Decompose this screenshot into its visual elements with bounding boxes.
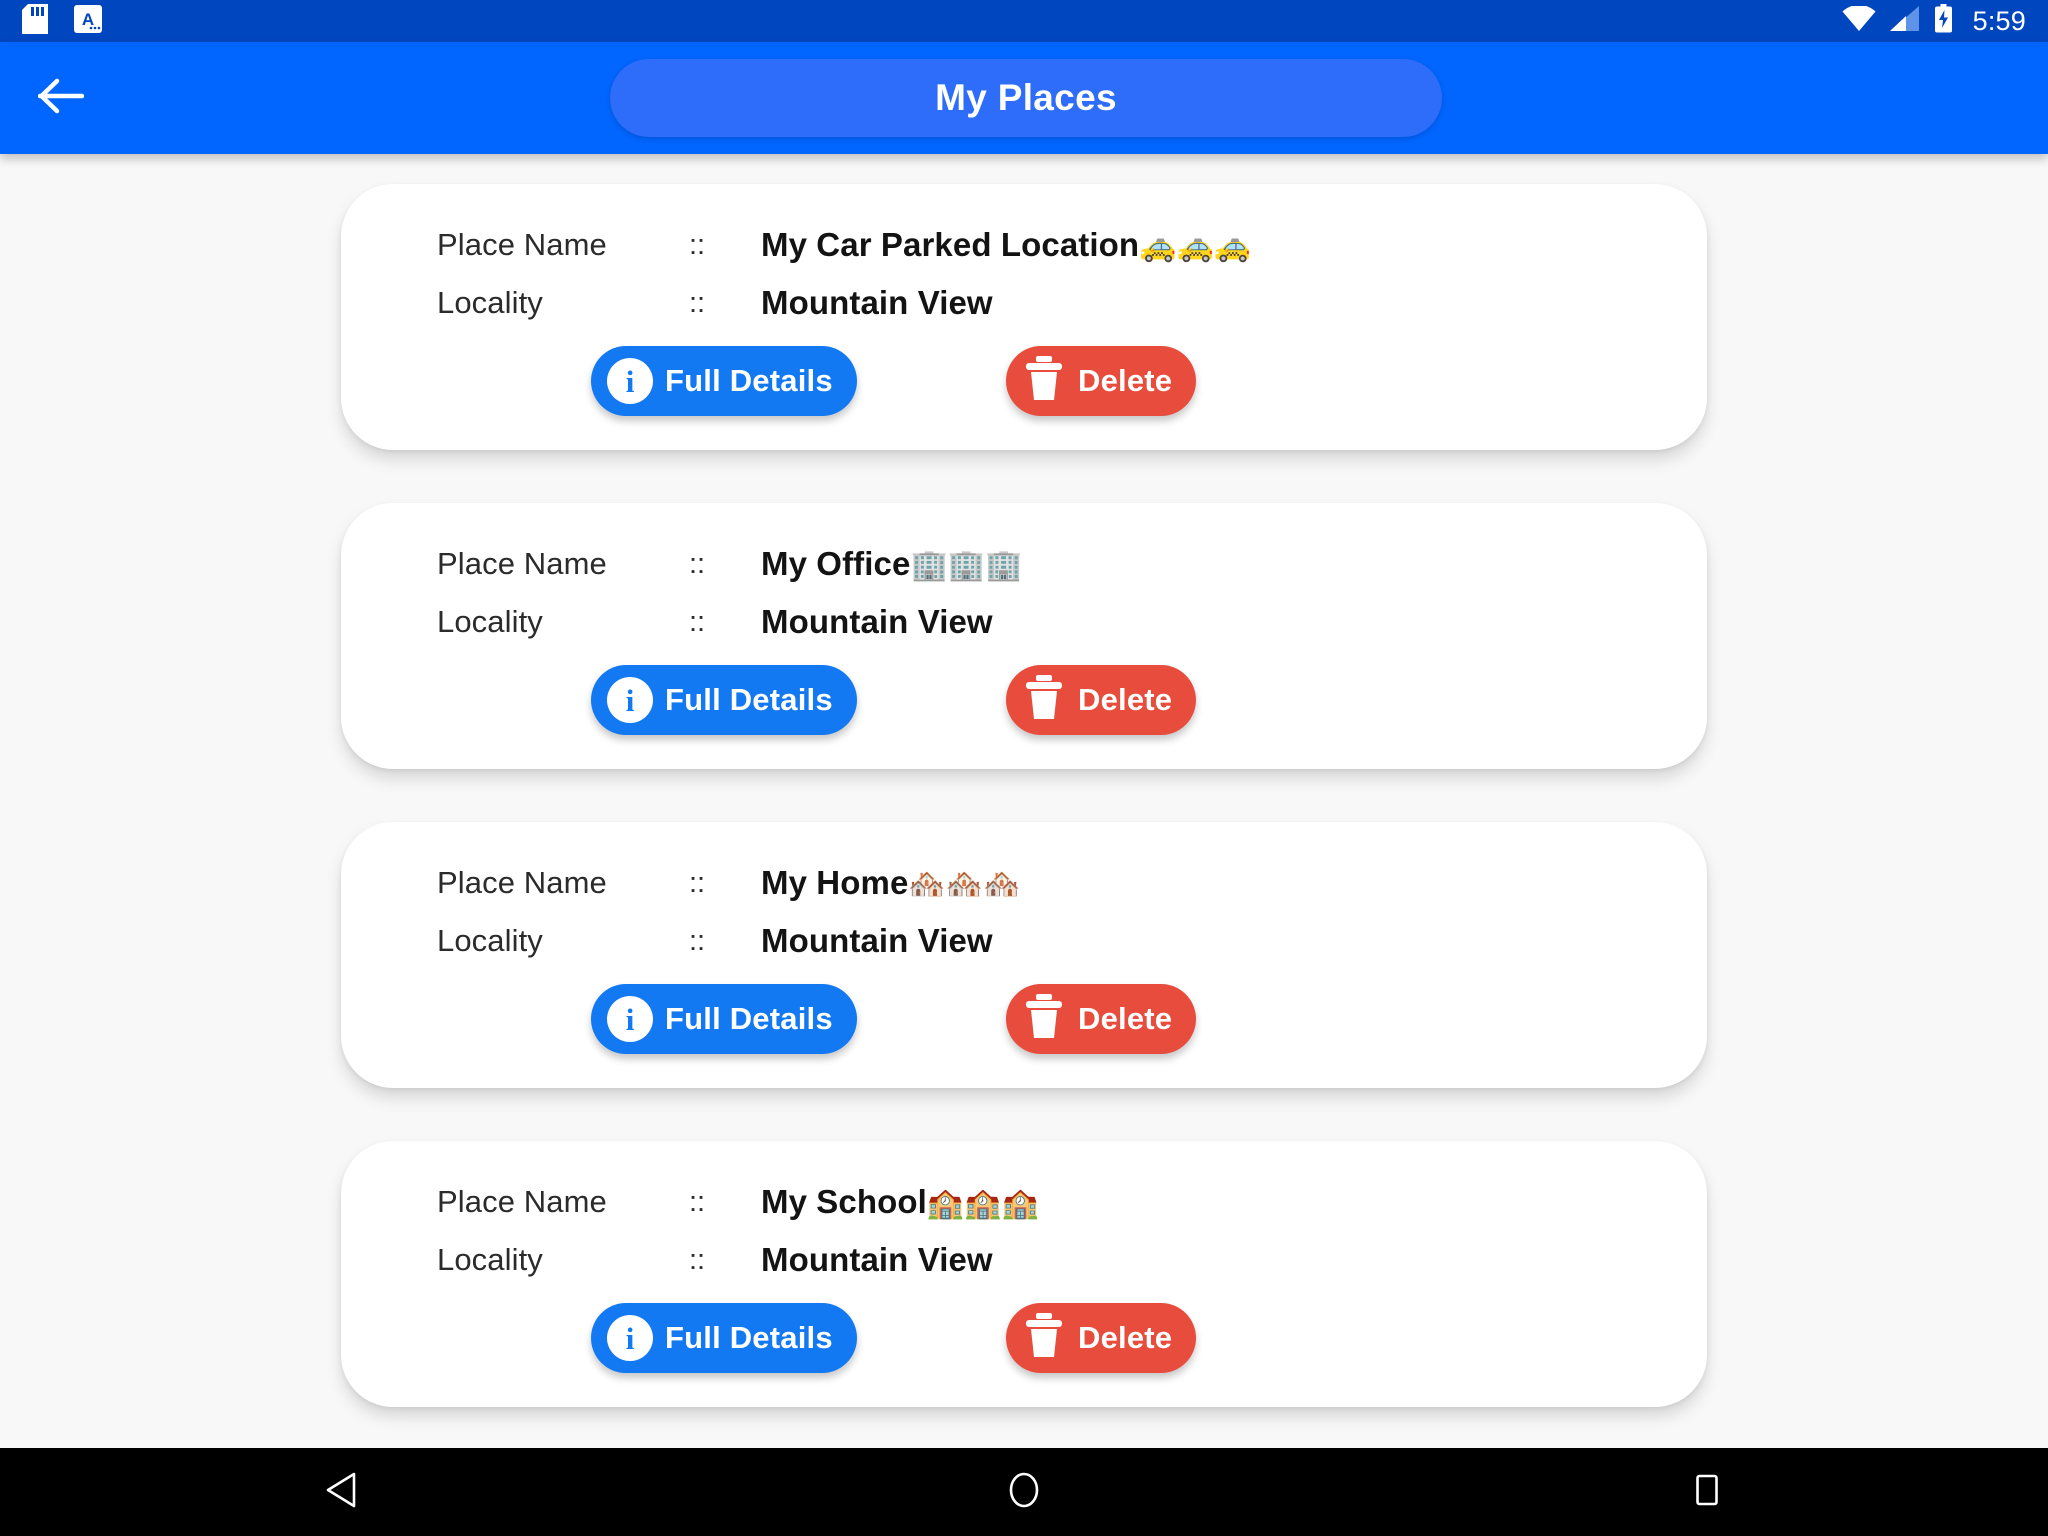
status-bar-right-icons: 5:59 [1842, 4, 2026, 38]
back-button[interactable] [18, 55, 104, 141]
place-name-text: My Office [761, 545, 911, 582]
place-emoji: 🏫🏫🏫 [926, 1187, 1039, 1220]
delete-label: Delete [1078, 1320, 1173, 1355]
locality-row: Locality:: Mountain View [341, 912, 1707, 970]
home-circle-icon [1007, 1471, 1041, 1514]
place-card[interactable]: Place Name:: My School🏫🏫🏫 Locality:: Mounta… [341, 1141, 1707, 1407]
field-separator: :: [689, 547, 706, 580]
full-details-label: Full Details [665, 363, 833, 398]
locality-row: Locality:: Mountain View [341, 593, 1707, 651]
place-name-value: My Car Parked Location🚕🚕🚕 [761, 226, 1251, 264]
place-name-label: Place Name [437, 1184, 607, 1219]
card-action-row: i Full Details Delete [341, 1303, 1707, 1381]
delete-button[interactable]: Delete [1006, 984, 1197, 1054]
field-separator: :: [689, 866, 706, 899]
place-name-text: My Home [761, 864, 909, 901]
nav-home-button[interactable] [954, 1448, 1094, 1536]
delete-label: Delete [1078, 682, 1173, 717]
recents-square-icon [1690, 1471, 1724, 1514]
place-card[interactable]: Place Name:: My Home🏘️🏘️🏘️ Locality:: Mount… [341, 822, 1707, 1088]
locality-label: Locality [437, 923, 543, 958]
trash-icon [1022, 355, 1066, 407]
card-action-row: i Full Details Delete [341, 346, 1707, 424]
nav-recents-button[interactable] [1637, 1448, 1777, 1536]
delete-button[interactable]: Delete [1006, 1303, 1197, 1373]
svg-text:A: A [82, 10, 94, 29]
trash-icon [1022, 1312, 1066, 1364]
arrow-back-icon [37, 77, 85, 120]
locality-row: Locality:: Mountain View [341, 274, 1707, 332]
field-separator: :: [689, 1185, 706, 1218]
field-separator: :: [689, 228, 706, 261]
delete-label: Delete [1078, 363, 1173, 398]
full-details-label: Full Details [665, 1001, 833, 1036]
place-emoji: 🚕🚕🚕 [1139, 230, 1252, 263]
place-emoji: 🏘️🏘️🏘️ [908, 868, 1021, 901]
places-list: Place Name:: My Car Parked Location🚕🚕🚕 Loc… [0, 154, 2048, 1407]
nav-back-button[interactable] [271, 1448, 411, 1536]
page-title: My Places [935, 77, 1117, 118]
delete-label: Delete [1078, 1001, 1173, 1036]
info-icon: i [607, 677, 653, 723]
card-action-row: i Full Details Delete [341, 984, 1707, 1062]
status-bar: A 5:59 [0, 0, 2048, 42]
info-icon: i [607, 358, 653, 404]
place-name-row: Place Name:: My Office🏢🏢🏢 [341, 535, 1707, 593]
field-separator: :: [689, 286, 706, 319]
locality-label: Locality [437, 1242, 543, 1277]
place-name-row: Place Name:: My Car Parked Location🚕🚕🚕 [341, 216, 1707, 274]
sd-card-icon [22, 3, 48, 39]
status-bar-left-icons: A [22, 3, 102, 39]
place-card[interactable]: Place Name:: My Car Parked Location🚕🚕🚕 Loc… [341, 184, 1707, 450]
android-beam-icon: A [74, 4, 102, 38]
places-scroll-area[interactable]: Place Name:: My Car Parked Location🚕🚕🚕 Loc… [0, 154, 2048, 1448]
place-emoji: 🏢🏢🏢 [910, 549, 1023, 582]
trash-icon [1022, 993, 1066, 1045]
locality-row: Locality:: Mountain View [341, 1231, 1707, 1289]
wifi-icon [1842, 4, 1876, 37]
back-triangle-icon [324, 1471, 358, 1514]
card-action-row: i Full Details Delete [341, 665, 1707, 743]
place-card[interactable]: Place Name:: My Office🏢🏢🏢 Locality:: Mounta… [341, 503, 1707, 769]
full-details-label: Full Details [665, 682, 833, 717]
cellular-signal-icon [1889, 5, 1920, 37]
full-details-button[interactable]: i Full Details [591, 1303, 857, 1373]
place-name-label: Place Name [437, 227, 607, 262]
app-bar-title-pill: My Places [610, 59, 1442, 137]
status-bar-clock: 5:59 [1972, 5, 2026, 36]
locality-label: Locality [437, 285, 543, 320]
locality-value: Mountain View [761, 922, 993, 959]
locality-label: Locality [437, 604, 543, 639]
info-icon: i [607, 1315, 653, 1361]
locality-value: Mountain View [761, 284, 993, 321]
field-separator: :: [689, 605, 706, 638]
android-navigation-bar [0, 1448, 2048, 1536]
info-icon: i [607, 996, 653, 1042]
full-details-button[interactable]: i Full Details [591, 665, 857, 735]
place-name-row: Place Name:: My School🏫🏫🏫 [341, 1173, 1707, 1231]
field-separator: :: [689, 924, 706, 957]
place-name-text: My Car Parked Location [761, 226, 1140, 263]
full-details-button[interactable]: i Full Details [591, 984, 857, 1054]
place-name-value: My Home🏘️🏘️🏘️ [761, 864, 1020, 902]
delete-button[interactable]: Delete [1006, 346, 1197, 416]
app-bar: My Places [0, 42, 2048, 154]
trash-icon [1022, 674, 1066, 726]
place-name-value: My Office🏢🏢🏢 [761, 545, 1023, 583]
locality-value: Mountain View [761, 603, 993, 640]
locality-value: Mountain View [761, 1241, 993, 1278]
place-name-value: My School🏫🏫🏫 [761, 1183, 1039, 1221]
field-separator: :: [689, 1243, 706, 1276]
place-name-text: My School [761, 1183, 927, 1220]
delete-button[interactable]: Delete [1006, 665, 1197, 735]
battery-charging-icon [1934, 4, 1953, 38]
full-details-button[interactable]: i Full Details [591, 346, 857, 416]
place-name-label: Place Name [437, 865, 607, 900]
place-name-label: Place Name [437, 546, 607, 581]
full-details-label: Full Details [665, 1320, 833, 1355]
place-name-row: Place Name:: My Home🏘️🏘️🏘️ [341, 854, 1707, 912]
